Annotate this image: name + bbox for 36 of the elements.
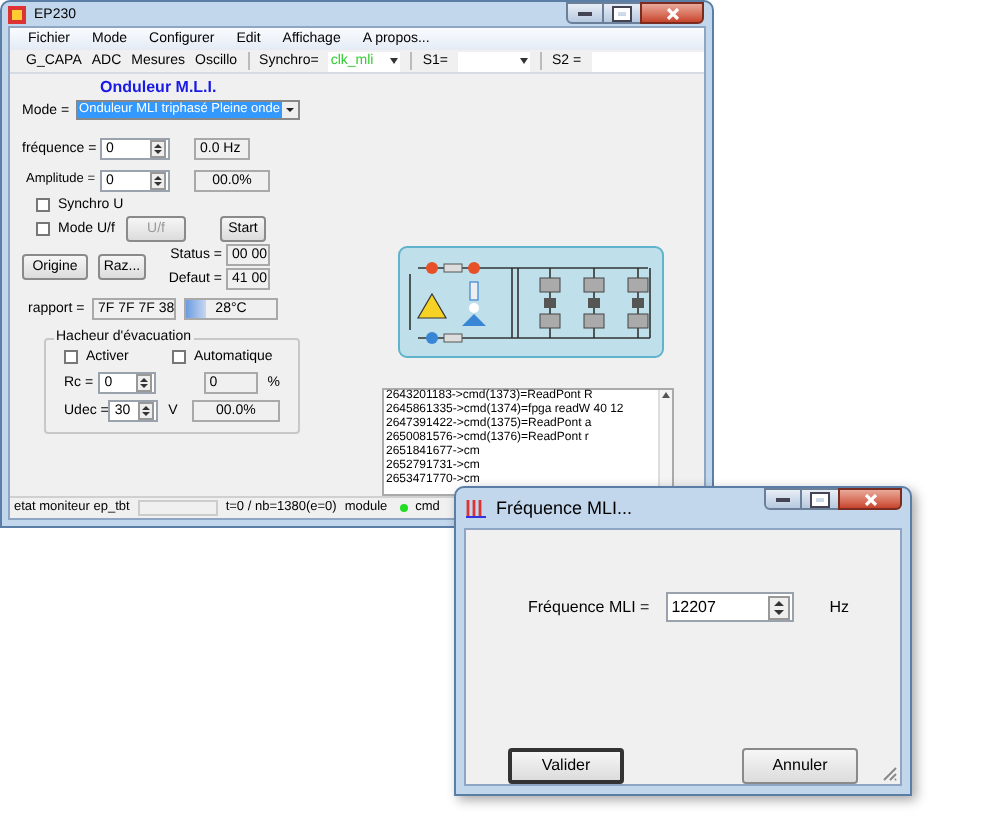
spinner-arrows-icon[interactable] [138,402,155,420]
checkbox[interactable] [36,222,50,236]
resize-grip-icon[interactable] [882,766,898,782]
dropdown-arrow-icon [282,102,298,118]
app-icon [8,6,26,24]
spinner-arrows-icon[interactable] [150,172,166,190]
spinner-arrows-icon[interactable] [135,374,152,392]
hz-unit: Hz [829,599,849,615]
close-button[interactable] [838,488,902,510]
close-icon [863,493,877,505]
dialog-button[interactable]: Valider [508,748,624,784]
dialog-button[interactable]: Annuler [742,748,858,784]
checkbox[interactable] [172,350,186,364]
minimize-button[interactable] [566,2,604,24]
scroll-up-icon[interactable] [662,392,670,398]
dropdown-arrow-icon [390,58,399,64]
minimize-button[interactable] [764,488,802,510]
close-icon [665,7,679,19]
maximize-icon [614,7,630,19]
minimize-icon [776,497,790,501]
close-button[interactable] [640,2,704,24]
maximize-button[interactable] [802,488,838,510]
s2-field[interactable] [591,51,704,71]
app-icon [466,498,486,518]
checkbox[interactable] [36,198,50,212]
dialog-title: Fréquence MLI... [496,499,633,517]
frequence-mli-spinner[interactable]: 12207 [665,592,794,622]
checkbox[interactable] [64,350,78,364]
maximize-button[interactable] [604,2,640,24]
section-heading: Onduleur M.L.I. [100,80,219,96]
maximize-icon [812,493,828,505]
frequence-mli-label: Fréquence MLI = [528,599,650,615]
minimize-icon [578,11,592,15]
spinner-arrows-icon[interactable] [150,140,166,158]
spinner-arrows-icon[interactable] [767,595,790,619]
dropdown-arrow-icon [519,58,528,64]
